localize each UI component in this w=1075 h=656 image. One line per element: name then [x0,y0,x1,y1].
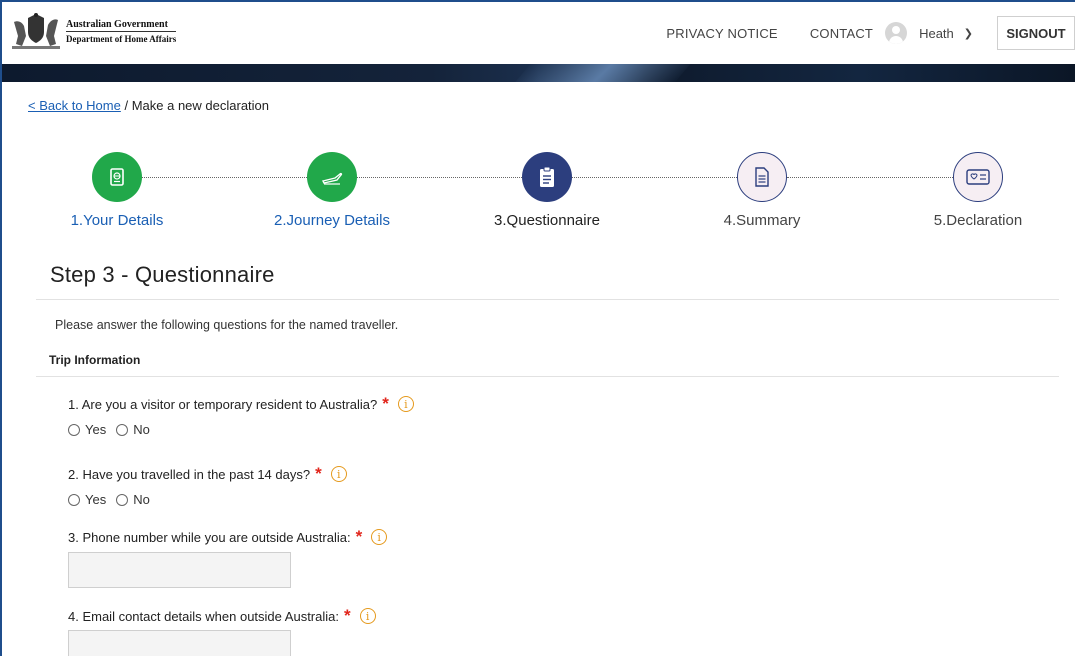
user-name[interactable]: Heath [919,26,954,41]
question-1-options: Yes No [68,422,160,437]
required-marker: * [382,394,389,413]
step-declaration[interactable]: 5.Declaration [898,152,1058,229]
contact-link[interactable]: CONTACT [810,26,873,41]
radio-no[interactable]: No [116,422,150,437]
divider [36,376,1059,377]
question-text: 4. Email contact details when outside Au… [68,608,339,624]
progress-stepper: 1.Your Details 2.Journey Details 3.Quest… [0,152,1075,232]
department-name: Department of Home Affairs [66,31,177,45]
section-title: Trip Information [49,353,141,367]
radio-label: No [133,492,150,507]
question-3: 3. Phone number while you are outside Au… [68,527,388,546]
step-circle [737,152,787,202]
step-your-details[interactable]: 1.Your Details [37,152,197,229]
question-2-options: Yes No [68,492,160,507]
radio-yes[interactable]: Yes [68,492,106,507]
question-text: 1. Are you a visitor or temporary reside… [68,396,378,412]
user-avatar-icon[interactable] [885,22,908,44]
required-marker: * [315,464,322,483]
step-label: 1.Your Details [70,212,164,229]
question-text: 2. Have you travelled in the past 14 day… [68,466,311,482]
email-input[interactable] [68,630,291,656]
top-nav: PRIVACY NOTICE CONTACT Heath ❯ SIGNOUT [666,2,1075,64]
step-circle [307,152,357,202]
step-label: 2.Journey Details [274,212,390,229]
step-circle [953,152,1003,202]
step-label: 3.Questionnaire [494,212,600,229]
top-header: Australian Government Department of Home… [2,2,1075,64]
signout-button[interactable]: SIGNOUT [997,16,1075,50]
info-icon[interactable]: i [397,396,414,412]
clipboard-icon [540,166,554,187]
privacy-notice-link[interactable]: PRIVACY NOTICE [666,26,777,41]
radio-yes[interactable]: Yes [68,422,106,437]
gov-name: Australian Government [66,19,168,30]
radio-no[interactable]: No [116,492,150,507]
step-questionnaire[interactable]: 3.Questionnaire [467,152,627,229]
card-icon [966,169,990,185]
question-2: 2. Have you travelled in the past 14 day… [68,464,347,483]
radio-label: Yes [85,492,107,507]
document-icon [755,167,769,187]
radio-circle[interactable] [68,493,80,506]
government-logo[interactable]: Australian Government Department of Home… [10,12,177,52]
radio-circle[interactable] [116,423,129,436]
required-marker: * [343,606,351,625]
radio-label: Yes [85,422,107,437]
info-icon[interactable]: i [359,608,376,624]
step-summary[interactable]: 4.Summary [682,152,842,229]
intro-text: Please answer the following questions fo… [55,318,399,332]
step-label: 5.Declaration [933,212,1023,229]
plane-icon [321,172,343,185]
coat-of-arms-icon [12,13,60,49]
page-title: Step 3 - Questionnaire [50,262,275,287]
phone-number-input[interactable] [68,552,291,588]
question-1: 1. Are you a visitor or temporary reside… [68,394,414,413]
radio-circle[interactable] [116,493,129,506]
required-marker: * [355,527,363,546]
step-journey-details[interactable]: 2.Journey Details [252,152,412,229]
breadcrumb: < Back to Home / Make a new declaration [28,98,269,113]
hero-banner [2,64,1075,82]
radio-circle[interactable] [68,423,80,436]
step-circle [522,152,572,202]
step-label: 4.Summary [723,212,801,229]
question-text: 3. Phone number while you are outside Au… [68,529,351,545]
info-icon[interactable]: i [371,529,388,545]
breadcrumb-separator: / [120,98,132,113]
info-icon[interactable]: i [330,466,347,482]
radio-label: No [133,422,150,437]
step-circle [92,152,142,202]
passport-icon [110,168,124,186]
back-to-home-link[interactable]: < Back to Home [28,98,121,113]
chevron-down-icon[interactable]: ❯ [964,27,973,40]
breadcrumb-current: Make a new declaration [131,98,270,113]
divider [36,299,1059,300]
question-4: 4. Email contact details when outside Au… [68,606,376,625]
